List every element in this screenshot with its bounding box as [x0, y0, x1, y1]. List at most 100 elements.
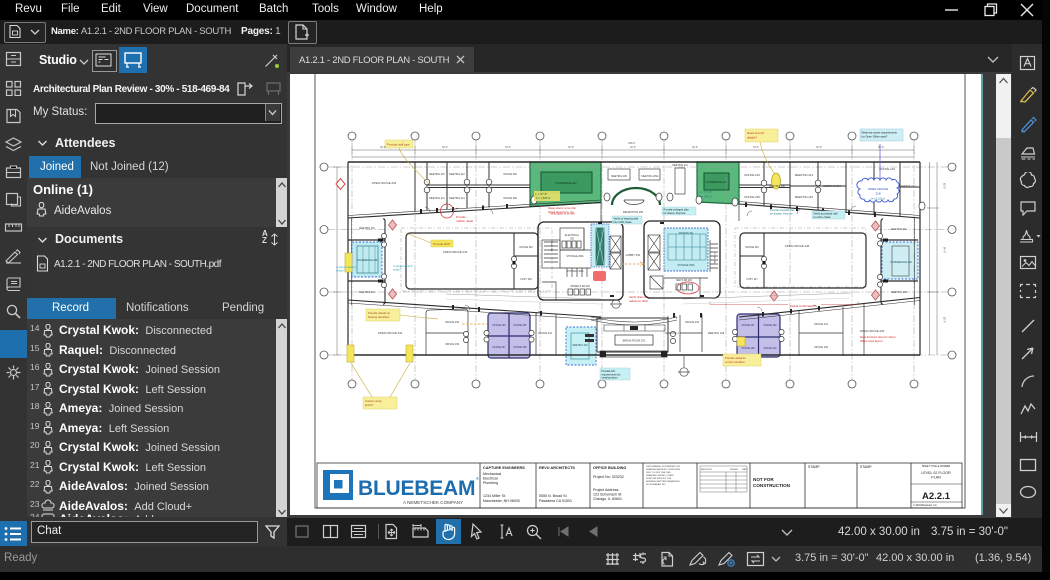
svg-text:MEETING 208: MEETING 208	[611, 175, 627, 178]
svg-text:BREAK ROOM 231: BREAK ROOM 231	[623, 339, 646, 343]
svg-text:30'-0": 30'-0"	[753, 146, 759, 149]
svg-text:A2.2.1: A2.2.1	[922, 491, 951, 502]
svg-text:CONSTRUCTION: CONSTRUCTION	[753, 483, 791, 488]
svg-text:4 equal required: 4 equal required	[393, 264, 413, 268]
svg-text:MEETING 215: MEETING 215	[795, 195, 814, 199]
svg-text:Pasadena CA 91501: Pasadena CA 91501	[539, 499, 572, 503]
svg-text:for Open Office area?: for Open Office area?	[862, 135, 888, 139]
svg-text:1234 Miller St.: 1234 Miller St.	[483, 494, 506, 498]
svg-text:REVU ARCHITECTS: REVU ARCHITECTS	[539, 466, 575, 470]
svg-text:fits in RR chase: fits in RR chase	[614, 220, 633, 224]
svg-text:for stamp. Keynote: for stamp. Keynote	[664, 211, 686, 215]
svg-text:MEETING 211: MEETING 211	[672, 164, 688, 167]
svg-text:62'-0": 62'-0"	[943, 317, 946, 323]
svg-text:STAMP:: STAMP:	[808, 465, 820, 469]
svg-text:OFFICE 233: OFFICE 233	[685, 321, 700, 324]
svg-text:STAMP:: STAMP:	[860, 465, 872, 469]
svg-text:CONFERENCE 249: CONFERENCE 249	[890, 261, 912, 264]
svg-text:MEN'S RR 246: MEN'S RR 246	[676, 280, 692, 282]
svg-text:STAIR 244: STAIR 244	[713, 253, 716, 264]
svg-text:LEVEL 02 FLOOR: LEVEL 02 FLOOR	[921, 471, 951, 475]
svg-text:Provide wall type: Provide wall type	[387, 143, 410, 147]
svg-text:OFFICE 203: OFFICE 203	[744, 173, 760, 177]
svg-text:© 2019 Bluebeam, Inc.: © 2019 Bluebeam, Inc.	[913, 504, 938, 507]
svg-text:5555 N. Broad St: 5555 N. Broad St	[539, 494, 567, 498]
svg-text:PLAN: PLAN	[931, 476, 941, 480]
svg-text:OFFICE 240: OFFICE 240	[814, 346, 829, 349]
svg-text:30'-0": 30'-0"	[568, 146, 574, 149]
svg-text:30'-0": 30'-0"	[380, 146, 386, 149]
svg-text:A NEMETSCHEK COMPANY: A NEMETSCHEK COMPANY	[403, 500, 463, 505]
svg-text:vending items: vending items	[602, 376, 619, 380]
svg-text:STORAGE 293A: STORAGE 293A	[566, 255, 584, 258]
svg-text:ELECTRICAL: ELECTRICAL	[565, 234, 580, 237]
svg-text:62'-0": 62'-0"	[943, 183, 946, 189]
svg-text:OFFICE 206: OFFICE 206	[503, 173, 517, 176]
svg-text:STAIR 291: STAIR 291	[550, 241, 553, 252]
svg-text:OPEN OFFICE 234: OPEN OFFICE 234	[378, 331, 403, 335]
svg-text:OFFICE 245: OFFICE 245	[745, 246, 759, 249]
svg-text:COPY 247: COPY 247	[746, 278, 758, 281]
svg-text:L = 77'-10": L = 77'-10"	[699, 190, 712, 194]
svg-text:A = 1,565 sf: A = 1,565 sf	[536, 196, 551, 200]
svg-text:30'-0": 30'-0"	[505, 146, 511, 149]
svg-text:Project Address:: Project Address:	[593, 488, 619, 492]
svg-text:OFFICE 235: OFFICE 235	[514, 325, 528, 327]
svg-text:MEETING 213: MEETING 213	[795, 173, 814, 177]
svg-text:OFFICE 237: OFFICE 237	[493, 347, 507, 349]
svg-text:Provide RCP: Provide RCP	[433, 242, 450, 246]
svg-text:30'-0": 30'-0"	[878, 146, 884, 149]
svg-text:PURPOSE WITHOUT THE: PURPOSE WITHOUT THE	[646, 478, 672, 480]
svg-text:details?: details?	[747, 136, 757, 140]
svg-text:OPEN OFFICE 246: OPEN OFFICE 246	[785, 244, 810, 248]
svg-text:OFFICE 208: OFFICE 208	[742, 348, 756, 350]
svg-text:OFFICE 207: OFFICE 207	[742, 325, 756, 327]
svg-text:MEETING 229: MEETING 229	[708, 332, 725, 335]
svg-text:OFFICE 205: OFFICE 205	[744, 195, 760, 199]
svg-text:What are power requirements: What are power requirements	[862, 131, 898, 135]
svg-text:Office area layout: Office area layout	[860, 339, 883, 343]
svg-text:OFFICE 239: OFFICE 239	[445, 343, 460, 346]
svg-text:STORAGE 293b: STORAGE 293b	[567, 270, 585, 273]
svg-text:mullion detail: mullion detail	[456, 219, 473, 223]
svg-text:Mechanical: Mechanical	[483, 472, 501, 476]
svg-text:Chicago, IL 60601: Chicago, IL 60601	[593, 497, 622, 501]
svg-text:MEETING 1: MEETING 1	[665, 332, 679, 335]
svg-text:MEETING 217: MEETING 217	[823, 184, 842, 188]
svg-text:EXPRESS WRITTEN PERMISSION: EXPRESS WRITTEN PERMISSION	[646, 481, 680, 483]
svg-text:radius for ADA: radius for ADA	[629, 299, 648, 303]
svg-text:OFFICE 246: OFFICE 246	[519, 246, 533, 249]
svg-text:Electrical: Electrical	[483, 477, 498, 481]
svg-text:288'-0": 288'-0"	[628, 142, 636, 145]
svg-text:today?: today?	[393, 268, 402, 272]
svg-text:MEETING 201: MEETING 201	[359, 227, 375, 230]
svg-text:MEETING 209A: MEETING 209A	[641, 175, 659, 178]
svg-text:RECEPTION 255: RECEPTION 255	[623, 210, 644, 214]
svg-text:OPEN OFFICE: OPEN OFFICE	[868, 187, 888, 191]
svg-text:THIS DRAWING IS INTENDED FOR: THIS DRAWING IS INTENDED FOR	[646, 465, 680, 468]
svg-text:COPY 248: COPY 248	[520, 278, 532, 281]
svg-text:SHEET TITLE & NUMBER: SHEET TITLE & NUMBER	[922, 465, 951, 468]
svg-text:to a 50+ chase: to a 50+ chase	[814, 215, 832, 219]
svg-text:OFFICE 221: OFFICE 221	[900, 184, 916, 188]
svg-text:MEETING 203: MEETING 203	[359, 291, 375, 294]
svg-text:123 Schomash St: 123 Schomash St	[593, 493, 621, 497]
svg-text:CONFERENCE 211: CONFERENCE 211	[705, 181, 727, 184]
svg-text:30'-0": 30'-0"	[442, 146, 448, 149]
svg-text:OFFICE 219: OFFICE 219	[879, 167, 895, 171]
svg-text:CONFERENCE 298: CONFERENCE 298	[357, 260, 378, 262]
svg-text:REVISION: REVISION	[701, 469, 712, 471]
svg-text:for display. Keynote: for display. Keynote	[770, 211, 793, 215]
svg-text:MEETING 261: MEETING 261	[891, 228, 907, 231]
svg-text:Verbal confirmation?: Verbal confirmation?	[790, 304, 817, 308]
svg-text:Need end cill: Need end cill	[747, 131, 764, 135]
svg-text:292: 292	[570, 238, 575, 240]
svg-text:30'-0": 30'-0"	[692, 146, 698, 149]
svg-text:Plumbing: Plumbing	[483, 481, 498, 485]
svg-text:OFFICE 208: OFFICE 208	[503, 197, 517, 200]
svg-text:OFFICE 238: OFFICE 238	[514, 347, 528, 349]
svg-text:BLUEBEAM: BLUEBEAM	[358, 477, 475, 500]
svg-text:OFFICE BUILDING: OFFICE BUILDING	[593, 466, 626, 470]
svg-text:OFFICE 210: OFFICE 210	[764, 348, 778, 350]
svg-text:LOBBY 251: LOBBY 251	[626, 253, 641, 257]
